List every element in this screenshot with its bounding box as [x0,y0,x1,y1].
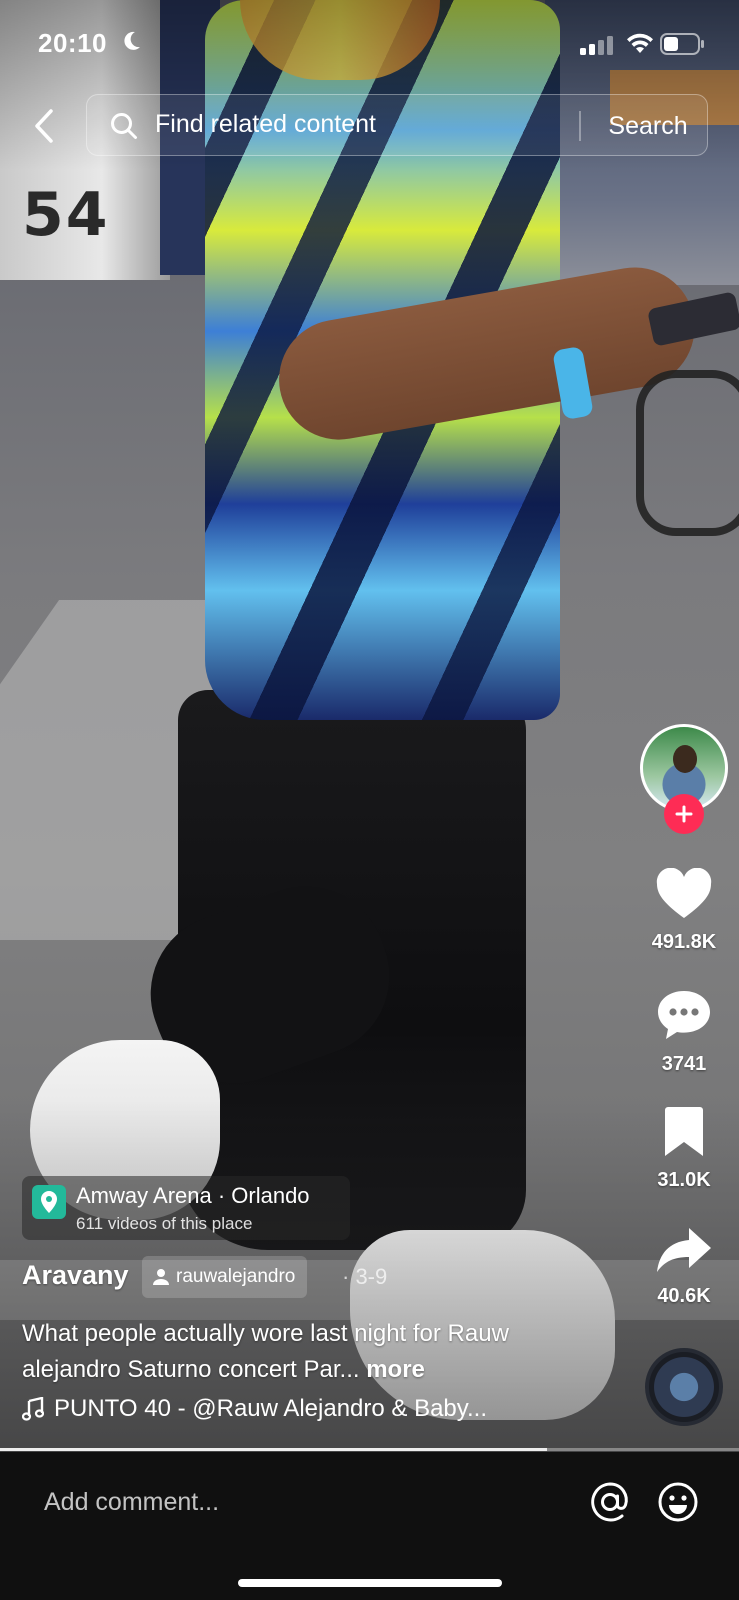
follow-button[interactable] [664,794,704,834]
save-action[interactable]: 31.0K [634,1106,734,1192]
music-info[interactable]: PUNTO 40 - @Rauw Alejandro & Baby... [22,1395,487,1423]
search-button[interactable]: Search [587,95,709,157]
share-count: 40.6K [657,1285,711,1307]
search-divider [579,111,581,141]
music-title: PUNTO 40 - @Rauw Alejandro & Baby... [54,1395,487,1422]
wifi-icon [627,33,653,53]
at-mention-icon[interactable] [588,1480,632,1524]
home-indicator [238,1579,502,1587]
comment-bar: Add comment... [0,1452,739,1600]
status-time: 20:10 [38,28,107,58]
comment-input[interactable]: Add comment... [44,1488,219,1517]
moon-icon [124,31,140,50]
back-button[interactable] [26,102,62,150]
share-arrow-icon [657,1228,711,1272]
avatar-figure [673,745,697,773]
emoji-icon[interactable] [656,1480,700,1524]
comment-action[interactable]: 3741 [634,988,734,1076]
heart-icon [656,867,712,918]
music-disc[interactable] [645,1348,723,1426]
location-pin-icon [32,1185,66,1219]
cellular-signal-icon [580,36,613,55]
comment-count: 3741 [661,1053,707,1075]
share-action[interactable]: 40.6K [634,1226,734,1308]
person-icon [153,1269,169,1285]
location-subtitle: 611 videos of this place [76,1214,253,1233]
post-date: · 3-9 [342,1264,388,1289]
chevron-left-icon [35,109,53,143]
map-pin-icon [41,1191,57,1213]
caption[interactable]: What people actually wore last night for… [22,1316,582,1388]
author-name[interactable]: Aravany [22,1260,129,1291]
mention-tag[interactable]: rauwalejandro [142,1256,308,1298]
search-bar[interactable]: Find related content Search [86,94,708,156]
bookmark-icon [665,1107,703,1156]
video-feed-screen: 54 20:10 Find related content Search 491… [0,0,739,1600]
battery-icon [660,33,704,55]
like-action[interactable]: 491.8K [634,867,734,954]
playback-progress-fill [0,1448,547,1451]
search-input[interactable]: Find related content [155,110,376,139]
caption-text: What people actually wore last night for… [22,1320,509,1383]
plus-icon [675,805,693,823]
playback-progress-bar[interactable] [0,1448,739,1451]
like-count: 491.8K [651,931,717,953]
location-title: Amway Arena · Orlando [76,1183,310,1208]
search-icon [111,113,137,139]
mention-username: rauwalejandro [176,1266,296,1287]
music-note-icon [22,1397,44,1421]
save-count: 31.0K [657,1169,711,1191]
caption-more-link[interactable]: more [366,1356,425,1383]
location-tag[interactable]: Amway Arena · Orlando 611 videos of this… [22,1176,350,1240]
subject-sunglasses [636,370,739,536]
comment-bubble-icon [658,991,710,1039]
